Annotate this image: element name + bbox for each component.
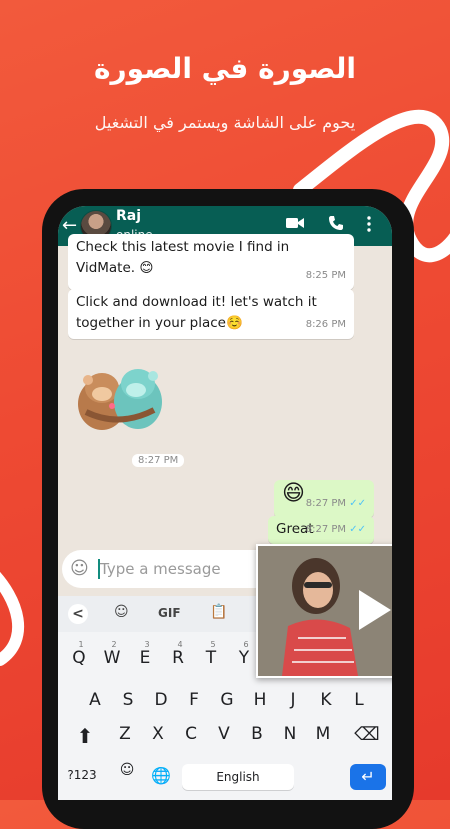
promo-subtitle: يحوم على الشاشة ويستمر في التشغيل bbox=[94, 113, 356, 132]
key-d[interactable]: D bbox=[146, 690, 176, 710]
key-e[interactable]: E bbox=[130, 648, 160, 668]
read-receipt-icon: ✓✓ bbox=[349, 524, 366, 535]
message-bubble[interactable]: Click and download it! let's watch it to… bbox=[68, 289, 354, 339]
message-input[interactable]: Type a message bbox=[100, 560, 221, 578]
message-bubble-outgoing[interactable]: Great 8:27 PM ✓✓ bbox=[268, 516, 374, 544]
key-s[interactable]: S bbox=[113, 690, 143, 710]
space-bar[interactable]: English bbox=[182, 764, 294, 790]
key-z[interactable]: Z bbox=[110, 724, 140, 744]
promo-title: الصورة في الصورة bbox=[94, 52, 356, 85]
play-icon[interactable] bbox=[359, 590, 391, 630]
message-time: 8:25 PM bbox=[305, 270, 346, 281]
hugging-monkeys-sticker[interactable] bbox=[64, 354, 176, 438]
video-call-icon[interactable] bbox=[286, 215, 304, 234]
key-w[interactable]: W bbox=[97, 648, 127, 668]
key-l[interactable]: L bbox=[344, 690, 374, 710]
key-t[interactable]: T bbox=[196, 648, 226, 668]
globe-icon[interactable]: 🌐 bbox=[146, 766, 176, 785]
sticker-time: 8:27 PM bbox=[132, 454, 185, 467]
keyboard-collapse-icon[interactable]: < bbox=[68, 604, 88, 624]
key-n[interactable]: N bbox=[275, 724, 305, 744]
key-g[interactable]: G bbox=[212, 690, 242, 710]
key-h[interactable]: H bbox=[245, 690, 275, 710]
shift-key[interactable]: ⬆ bbox=[70, 724, 100, 748]
key-hint: 1 bbox=[78, 640, 84, 649]
enter-key[interactable]: ↵ bbox=[350, 764, 386, 790]
pip-video-player[interactable] bbox=[256, 544, 392, 678]
phone-icon[interactable] bbox=[328, 215, 344, 235]
message-bubble-outgoing[interactable]: 😄 8:27 PM ✓✓ bbox=[274, 480, 374, 518]
key-m[interactable]: M bbox=[308, 724, 338, 744]
message-list: Check this latest movie I find in VidMat… bbox=[58, 234, 392, 548]
message-bubble[interactable]: Check this latest movie I find in VidMat… bbox=[68, 234, 354, 290]
back-arrow-icon[interactable]: ← bbox=[62, 215, 77, 236]
key-j[interactable]: J bbox=[278, 690, 308, 710]
key-x[interactable]: X bbox=[143, 724, 173, 744]
message-time: 8:27 PM bbox=[305, 524, 347, 535]
message-text: 😄 bbox=[282, 481, 305, 506]
key-hint: 6 bbox=[243, 640, 249, 649]
more-options-icon[interactable] bbox=[366, 216, 372, 236]
message-text: Click and download it! let's watch it bbox=[76, 294, 317, 310]
key-q[interactable]: Q bbox=[64, 648, 94, 668]
backspace-key[interactable]: ⌫ bbox=[352, 724, 382, 745]
message-time: 8:26 PM bbox=[305, 319, 346, 330]
key-r[interactable]: R bbox=[163, 648, 193, 668]
key-hint: 3 bbox=[144, 640, 150, 649]
emoji-icon[interactable]: ☺ bbox=[70, 558, 89, 579]
message-text: Check this latest movie I find in bbox=[76, 239, 290, 255]
contact-name[interactable]: Raj bbox=[116, 208, 141, 224]
key-k[interactable]: K bbox=[311, 690, 341, 710]
key-a[interactable]: A bbox=[80, 690, 110, 710]
symbols-key[interactable]: ?123 bbox=[64, 768, 100, 782]
key-hint: 4 bbox=[177, 640, 183, 649]
key-hint: 5 bbox=[210, 640, 216, 649]
key-hint: 2 bbox=[111, 640, 117, 649]
gif-button[interactable]: GIF bbox=[158, 606, 181, 620]
key-v[interactable]: V bbox=[209, 724, 239, 744]
key-f[interactable]: F bbox=[179, 690, 209, 710]
chat-screen: ← Raj online Check this latest movie I f… bbox=[58, 206, 392, 800]
emoji-key-icon[interactable]: ☺ bbox=[112, 762, 142, 778]
key-y[interactable]: Y bbox=[229, 648, 259, 668]
read-receipt-icon: ✓✓ bbox=[349, 498, 366, 509]
clipboard-icon[interactable]: 📋 bbox=[210, 604, 227, 620]
sticker-icon[interactable]: ☺ bbox=[114, 604, 129, 620]
message-time: 8:27 PM bbox=[305, 498, 347, 509]
key-b[interactable]: B bbox=[242, 724, 272, 744]
key-c[interactable]: C bbox=[176, 724, 206, 744]
